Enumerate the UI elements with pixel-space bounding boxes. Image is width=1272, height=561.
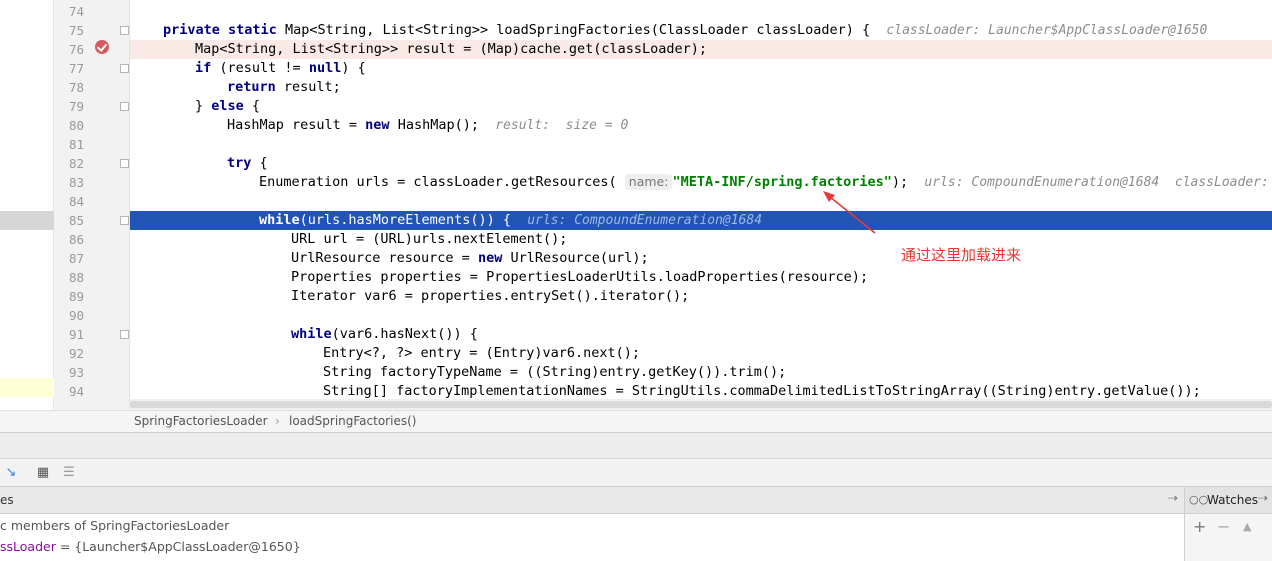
variables-tab[interactable]: es	[0, 493, 14, 507]
remove-icon[interactable]: −	[1217, 517, 1230, 536]
line-number: 93	[68, 365, 84, 380]
code-line-75: private static Map<String, List<String>>…	[163, 22, 1208, 38]
left-strip-highlight	[0, 211, 54, 230]
line-number: 77	[68, 61, 84, 76]
line-number: 87	[68, 251, 84, 266]
line-number: 85	[68, 213, 84, 228]
variables-list: c members of SpringFactoriesLoader ssLoa…	[0, 514, 1184, 561]
add-icon[interactable]: +	[1193, 517, 1206, 536]
annotation-arrow	[823, 191, 876, 234]
fold-icon[interactable]	[120, 64, 129, 73]
scrollbar-thumb[interactable]	[130, 401, 1272, 408]
line-number: 75	[68, 23, 84, 38]
code-line-76: Map<String, List<String>> result = (Map)…	[130, 40, 1272, 59]
line-number: 81	[68, 137, 84, 152]
line-number: 82	[68, 156, 84, 171]
glasses-icon: ○○	[1189, 493, 1209, 506]
line-number: 80	[68, 118, 84, 133]
code-line-83: Enumeration urls = classLoader.getResour…	[259, 174, 1269, 190]
line-number: 92	[68, 346, 84, 361]
line-number: 74	[68, 4, 84, 19]
code-line-92: Entry<?, ?> entry = (Entry)var6.next();	[323, 345, 640, 361]
code-line-86: URL url = (URL)urls.nextElement();	[291, 231, 568, 247]
line-number: 84	[68, 194, 84, 209]
line-number: 94	[68, 384, 84, 399]
pin-icon[interactable]: ⇢	[1168, 491, 1178, 505]
list-item[interactable]: ssLoader = {Launcher$AppClassLoader@1650…	[0, 539, 301, 554]
line-number: 91	[68, 327, 84, 342]
code-editor[interactable]: private static Map<String, List<String>>…	[130, 0, 1272, 410]
line-number: 83	[68, 175, 84, 190]
code-line-82: try {	[227, 155, 268, 171]
code-line-93: String factoryTypeName = ((String)entry.…	[323, 364, 787, 380]
code-line-78: return result;	[227, 79, 341, 95]
watches-tab[interactable]: Watches	[1207, 493, 1258, 507]
pin-icon[interactable]: ⇢	[1258, 491, 1268, 505]
breadcrumb-method[interactable]: loadSpringFactories()	[289, 414, 416, 428]
breadcrumb: SpringFactoriesLoader › loadSpringFactor…	[0, 410, 1272, 432]
trace-icon[interactable]: ☰	[61, 465, 77, 481]
left-tool-strip	[0, 0, 54, 432]
fold-icon[interactable]	[120, 26, 129, 35]
fold-icon[interactable]	[120, 159, 129, 168]
list-item[interactable]: c members of SpringFactoriesLoader	[0, 518, 229, 533]
code-line-80: HashMap result = new HashMap(); result: …	[227, 117, 629, 133]
fold-icon[interactable]	[120, 216, 129, 225]
line-number: 78	[68, 80, 84, 95]
panel-divider	[0, 432, 1272, 458]
line-number: 90	[68, 308, 84, 323]
breakpoint-icon[interactable]	[95, 40, 109, 54]
code-line-89: Iterator var6 = properties.entrySet().it…	[291, 288, 690, 304]
evaluate-icon[interactable]: ▦	[35, 465, 51, 481]
code-line-88: Properties properties = PropertiesLoader…	[291, 269, 869, 285]
step-into-icon[interactable]: ↘	[3, 465, 19, 481]
current-execution-line: while(urls.hasMoreElements()) { urls: Co…	[130, 211, 1272, 230]
move-up-icon[interactable]: ▲	[1243, 520, 1251, 533]
line-number: 89	[68, 289, 84, 304]
debugger-toolbar: ↘ ▦ ☰	[0, 458, 1272, 487]
parameter-hint: name:	[624, 174, 673, 190]
code-line-79: } else {	[195, 98, 261, 114]
watches-header: ○○ Watches ⇢	[1184, 487, 1272, 514]
left-strip-highlight	[0, 378, 54, 397]
watches-panel: + − ▲	[1184, 514, 1272, 561]
annotation-text: 通过这里加载进来	[901, 246, 1022, 264]
line-number: 79	[68, 99, 84, 114]
breadcrumb-class[interactable]: SpringFactoriesLoader	[134, 414, 268, 428]
code-line-91: while(var6.hasNext()) {	[291, 326, 478, 342]
line-number: 88	[68, 270, 84, 285]
line-number: 86	[68, 232, 84, 247]
code-line-77: if (result != null) {	[195, 60, 366, 76]
variables-header: es ⇢	[0, 487, 1184, 514]
fold-icon[interactable]	[120, 102, 129, 111]
breadcrumb-separator: ›	[275, 414, 280, 428]
line-number: 76	[68, 42, 84, 57]
fold-icon[interactable]	[120, 330, 129, 339]
code-line-87: UrlResource resource = new UrlResource(u…	[291, 250, 649, 266]
horizontal-scrollbar[interactable]	[130, 399, 1272, 410]
